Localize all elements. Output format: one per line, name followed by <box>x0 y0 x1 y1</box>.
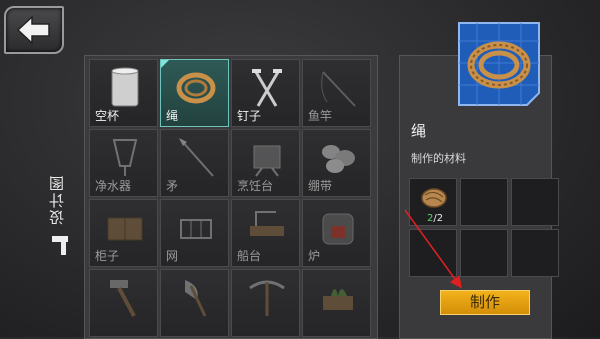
material-count: 2/2 <box>427 213 444 224</box>
empty-slot <box>460 229 508 277</box>
rope-blueprint-icon <box>455 19 543 107</box>
blueprint-cell-label: 鱼竿 <box>308 109 333 123</box>
blueprint-cell[interactable]: 钉子 <box>231 59 300 127</box>
blueprint-cell[interactable]: 空杯 <box>89 59 158 127</box>
empty-slot <box>409 229 457 277</box>
blueprint-cell-label: 空杯 <box>95 109 120 123</box>
blueprint-cell-label: 炉 <box>308 249 321 263</box>
blueprint-cell[interactable] <box>160 269 229 337</box>
hammer-tool-icon <box>110 280 136 317</box>
blueprint-cell-label: 矛 <box>166 179 179 193</box>
net-icon <box>180 219 212 239</box>
blueprint-cell-label: 绷带 <box>308 179 333 193</box>
fiber-bundle-icon <box>421 188 447 208</box>
furnace-icon <box>322 213 354 245</box>
blueprint-cell-label: 烹饪台 <box>237 179 274 193</box>
rope-icon <box>176 72 216 104</box>
pickaxe-icon <box>249 280 285 316</box>
blueprint-cell[interactable]: 网 <box>160 199 229 267</box>
blueprint-cell[interactable]: 船台 <box>231 199 300 267</box>
blueprint-cell[interactable] <box>302 269 371 337</box>
back-button[interactable] <box>4 6 64 54</box>
cabinet-icon <box>107 217 143 241</box>
spear-icon <box>179 138 214 177</box>
blueprint-cell[interactable]: 矛 <box>160 129 229 197</box>
blueprint-cell[interactable]: 绷带 <box>302 129 371 197</box>
blueprints-tab-label: 设计图 <box>48 174 66 226</box>
blueprint-cell[interactable]: 烹饪台 <box>231 129 300 197</box>
blueprint-cell[interactable]: 鱼竿 <box>302 59 371 127</box>
blueprint-cell[interactable]: 绳 <box>160 59 229 127</box>
item-title: 绳 <box>411 122 427 140</box>
empty-slot <box>511 178 559 226</box>
water-purifier-icon <box>112 139 138 176</box>
blueprint-cell[interactable] <box>89 269 158 337</box>
blueprints-tab[interactable]: 设计图 <box>40 170 80 270</box>
blueprint-cell[interactable]: 柜子 <box>89 199 158 267</box>
cup-icon <box>111 67 139 107</box>
blueprint-cell-label: 船台 <box>237 249 262 263</box>
cooking-station-icon <box>253 145 281 177</box>
empty-slot <box>460 178 508 226</box>
axe-icon <box>185 280 207 317</box>
blueprint-cell[interactable]: 净水器 <box>89 129 158 197</box>
blueprint-cell-label: 钉子 <box>237 109 262 123</box>
nails-icon <box>252 69 282 107</box>
blueprint-cell[interactable]: 炉 <box>302 199 371 267</box>
blueprint-cell-label: 净水器 <box>95 179 132 193</box>
empty-slot <box>511 229 559 277</box>
back-arrow-icon <box>16 15 50 45</box>
boat-station-icon <box>250 211 284 236</box>
blueprint-cell-label: 网 <box>166 249 179 263</box>
bandage-icon <box>322 145 355 173</box>
fishing-rod-icon <box>321 71 356 107</box>
blueprint-cell[interactable] <box>231 269 300 337</box>
craft-button[interactable]: 制作 <box>440 290 530 315</box>
materials-label: 制作的材料 <box>411 152 466 165</box>
hammer-icon <box>52 236 68 255</box>
blueprint-cell-label: 柜子 <box>95 249 120 263</box>
material-slot[interactable]: 2/2 <box>409 178 457 226</box>
blueprint-cell-label: 绳 <box>166 109 179 123</box>
planter-icon <box>323 289 353 310</box>
